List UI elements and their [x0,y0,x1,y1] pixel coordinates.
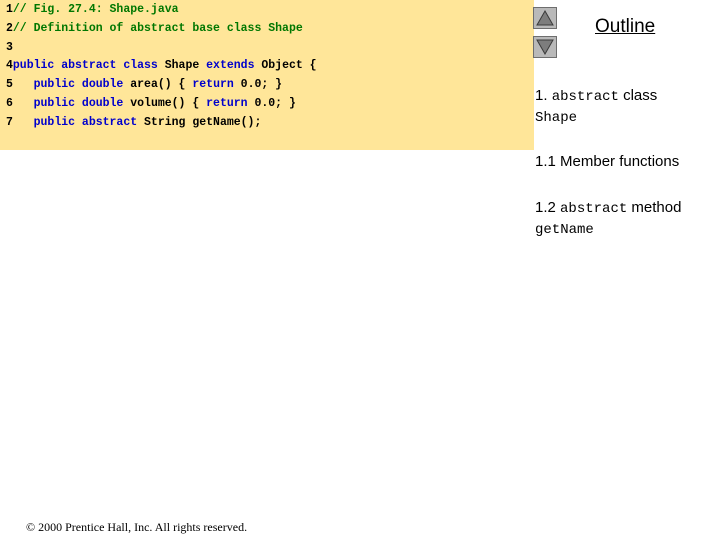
line-number: 4 [6,59,13,73]
code-token: // Definition of abstract base class Sha… [12,21,303,35]
code-line: 4public abstract class Shape extends Obj… [6,58,317,74]
line-number: 7 [6,115,13,129]
code-token: return [206,97,255,110]
code-line: 7 public abstract String getName(); [6,115,261,131]
outline-item-1: 1. abstract class Shape [535,86,715,128]
code-token: Object { [261,59,317,73]
code-panel: 1// Fig. 27.4: Shape.java 2// Definition … [0,0,534,150]
code-token: // Fig. 27.4: Shape.java [12,3,179,16]
code-token: extends [206,59,262,73]
outline-item-3-text: method [627,199,682,216]
code-token: 0.0; } [254,97,296,110]
line-number: 2 [6,21,13,35]
code-token: Shape [164,59,207,73]
code-line: 6 public double volume() { return 0.0; } [6,96,296,112]
code-token: 0.0; } [240,78,283,92]
code-token: String getName(); [144,115,262,129]
outline-item-2: 1.1 Member functions [535,153,680,170]
outline-title[interactable]: Outline [595,16,655,38]
line-number: 5 [6,78,13,92]
outline-item-3-method: getName [535,222,594,238]
next-slide-button[interactable] [533,36,557,58]
line-number: 1 [6,3,13,16]
code-token: public abstract [12,115,145,129]
previous-slide-button[interactable] [533,7,557,29]
outline-item-1-text: class [618,87,658,104]
outline-item-1-keyword: abstract [551,89,619,105]
code-token: public double [12,78,131,92]
line-number: 6 [6,97,13,110]
code-token: volume() { [130,97,207,110]
code-line: 1// Fig. 27.4: Shape.java [6,2,179,18]
outline-item-3: 1.2 abstract method getName [535,198,715,240]
outline-item-1-classname: Shape [535,110,578,126]
code-token: public double [12,97,131,110]
outline-item-3-keyword: abstract [560,201,628,217]
code-line: 5 public double area() { return 0.0; } [6,77,282,93]
copyright-notice: © 2000 Prentice Hall, Inc. All rights re… [26,520,248,534]
outline-item-3-number: 1.2 [535,199,561,216]
code-line: 2// Definition of abstract base class Sh… [6,21,303,37]
code-token: return [192,78,241,92]
outline-item-1-number: 1. [535,87,552,104]
line-number: 3 [6,40,13,54]
code-token: public abstract class [12,59,165,73]
code-line: 3 [6,40,13,56]
code-token: area() { [130,78,193,92]
